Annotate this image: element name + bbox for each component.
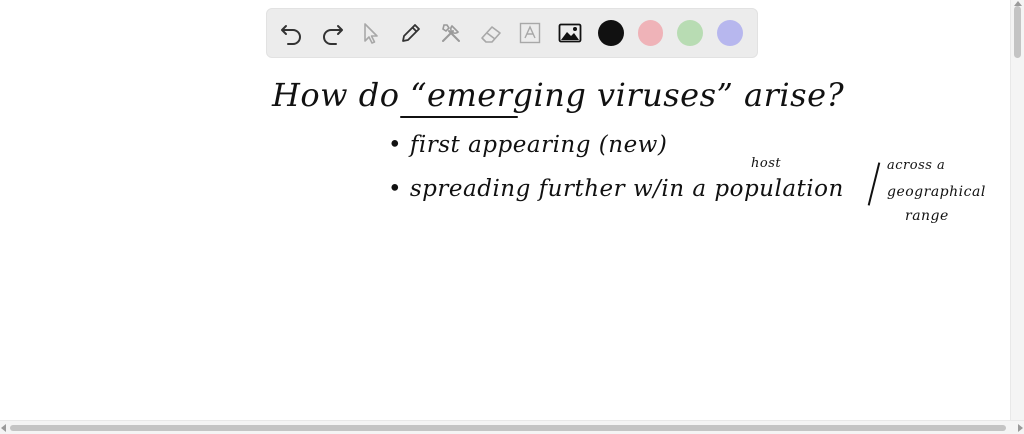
note-across: across a bbox=[887, 158, 946, 173]
whiteboard-canvas[interactable]: How do “emerging viruses” arise? • first… bbox=[0, 0, 1024, 434]
eraser-icon[interactable] bbox=[475, 17, 507, 49]
horizontal-scroll-thumb[interactable] bbox=[10, 425, 1006, 431]
color-swatch-black[interactable] bbox=[597, 20, 624, 46]
text-icon[interactable] bbox=[514, 17, 546, 49]
color-swatch-lavender[interactable] bbox=[717, 20, 743, 46]
emerging-underline bbox=[400, 116, 518, 118]
note-bullet-first-appearing: • first appearing (new) bbox=[388, 132, 668, 158]
horizontal-scrollbar[interactable] bbox=[0, 420, 1024, 434]
note-range: range bbox=[905, 208, 949, 224]
pen-icon[interactable] bbox=[395, 17, 427, 49]
scroll-left-icon[interactable] bbox=[1, 424, 6, 432]
redo-icon[interactable] bbox=[316, 17, 348, 49]
tools-icon[interactable] bbox=[435, 17, 467, 49]
drawing-toolbar bbox=[266, 8, 758, 58]
note-geographical: geographical bbox=[887, 184, 986, 200]
color-swatch-green[interactable] bbox=[677, 20, 704, 46]
note-title: How do “emerging viruses” arise? bbox=[272, 76, 845, 114]
note-host: host bbox=[751, 156, 782, 171]
note-bullet-spreading: • spreading further w/in a population bbox=[388, 176, 844, 202]
color-swatch-pink[interactable] bbox=[637, 20, 664, 46]
vertical-scroll-thumb[interactable] bbox=[1014, 6, 1021, 58]
undo-icon[interactable] bbox=[276, 17, 308, 49]
image-icon[interactable] bbox=[554, 17, 586, 49]
scroll-right-icon[interactable] bbox=[1018, 424, 1023, 432]
vertical-scrollbar[interactable] bbox=[1010, 0, 1024, 420]
select-icon[interactable] bbox=[355, 17, 387, 49]
note-slash bbox=[867, 162, 881, 206]
